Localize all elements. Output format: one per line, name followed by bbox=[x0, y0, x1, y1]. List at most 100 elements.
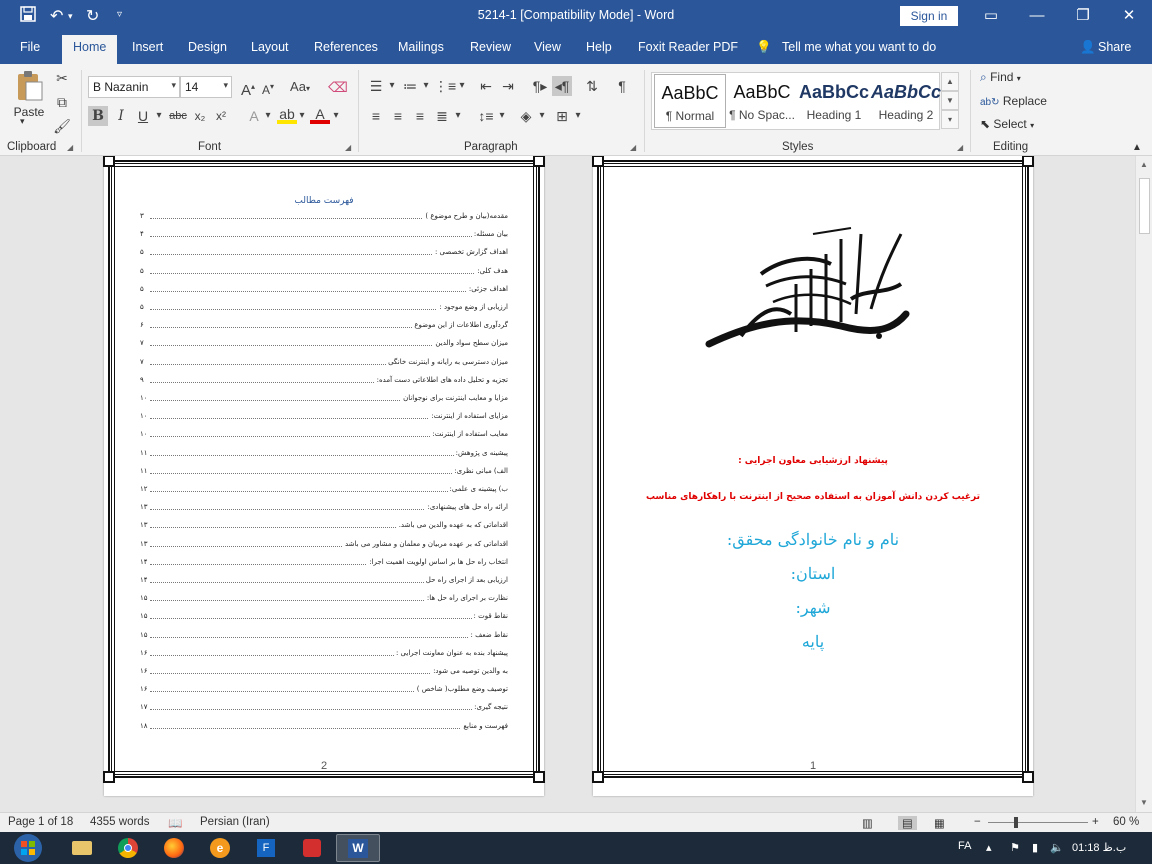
toc-entry[interactable]: ۱۸ فهرست و منابع bbox=[140, 721, 508, 734]
minimize-button[interactable]: — bbox=[1014, 0, 1060, 32]
tab-view[interactable]: View bbox=[534, 40, 561, 54]
edge-icon[interactable]: e bbox=[198, 834, 242, 862]
tab-layout[interactable]: Layout bbox=[251, 40, 289, 54]
font-color-dropdown-icon[interactable]: ▾ bbox=[326, 106, 346, 126]
toc-entry[interactable]: ۱۵ نظارت بر اجرای راه حل ها: bbox=[140, 594, 508, 606]
toc-entry[interactable]: ۱۶ به والدین توصیه می شود: bbox=[140, 667, 508, 679]
justify-dropdown-icon[interactable]: ▾ bbox=[448, 106, 468, 126]
input-language[interactable]: FA bbox=[958, 840, 971, 852]
styles-scroll-up-icon[interactable]: ▲ bbox=[941, 72, 959, 91]
file-explorer-icon[interactable] bbox=[60, 834, 104, 862]
media-app-icon[interactable] bbox=[290, 834, 334, 862]
tray-expand-icon[interactable]: ▴ bbox=[986, 841, 992, 854]
word-taskbar-icon[interactable]: W bbox=[336, 834, 380, 862]
toc-entry[interactable]: ۱۰ معایب استفاده از اینترنت: bbox=[140, 430, 508, 442]
tab-design[interactable]: Design bbox=[188, 40, 227, 54]
clock[interactable]: 01:18 ب.ظ bbox=[1072, 841, 1126, 854]
style-normal[interactable]: AaBbC ¶ Normal bbox=[654, 74, 726, 128]
borders-dropdown-icon[interactable]: ▾ bbox=[568, 106, 588, 126]
scrollbar-thumb[interactable] bbox=[1139, 178, 1150, 234]
tab-insert[interactable]: Insert bbox=[132, 40, 163, 54]
select-button[interactable]: ⬉ Select ▾ bbox=[980, 117, 1034, 131]
toc-entry[interactable]: ۵ اهداف جزئی: bbox=[140, 284, 508, 297]
copy-icon[interactable]: ⧉ bbox=[52, 92, 72, 112]
strikethrough-button[interactable]: abc bbox=[168, 106, 188, 126]
toc-entry[interactable]: ۱۳ اقداماتی که بر عهده مربیان و معلمان و … bbox=[140, 539, 508, 552]
toc-entry[interactable]: ۱۰ مزایای استفاده از اینترنت: bbox=[140, 412, 508, 424]
sort-icon[interactable]: ⇅ bbox=[582, 76, 602, 96]
toc-entry[interactable]: ۵ اهداف گزارش تخصصی : bbox=[140, 248, 508, 260]
toc-entry[interactable]: ۱۴ ارزیابی بعد از اجرای راه حل bbox=[140, 576, 508, 588]
multilevel-list-icon[interactable]: ⋮≡ bbox=[434, 76, 456, 96]
zoom-slider-thumb[interactable] bbox=[1014, 817, 1018, 828]
firefox-icon[interactable] bbox=[152, 834, 196, 862]
tab-review[interactable]: Review bbox=[470, 40, 511, 54]
clipboard-launcher-icon[interactable]: ◢ bbox=[67, 143, 73, 152]
replace-button[interactable]: ab↻ Replace bbox=[980, 94, 1047, 108]
save-icon[interactable] bbox=[20, 6, 36, 27]
rtl-direction-icon[interactable]: ◂¶ bbox=[552, 76, 572, 96]
toc-entry[interactable]: ۷ میزان سطح سواد والدین bbox=[140, 339, 508, 351]
multilevel-dropdown-icon[interactable]: ▾ bbox=[452, 76, 472, 96]
toc-entry[interactable]: ۱۳ ارائه راه حل های پیشنهادی: bbox=[140, 503, 508, 515]
toc-entry[interactable]: ۱۱ الف) مبانی نظری: bbox=[140, 466, 508, 479]
start-button[interactable] bbox=[4, 833, 52, 863]
highlight-dropdown-icon[interactable]: ▾ bbox=[292, 106, 312, 126]
toc-entry[interactable]: ۷ میزان دسترسی به رایانه و اینترنت خانگی bbox=[140, 357, 508, 370]
toc-entry[interactable]: ۱۵ نقاط ضعف : bbox=[140, 630, 508, 643]
ltr-direction-icon[interactable]: ¶▸ bbox=[530, 76, 550, 96]
tab-file[interactable]: File bbox=[20, 40, 40, 54]
language-indicator[interactable]: Persian (Iran) bbox=[200, 816, 270, 828]
zoom-level[interactable]: 60 % bbox=[1113, 816, 1139, 828]
toc-entry[interactable]: ۱۷ نتیجه گیری: bbox=[140, 703, 508, 715]
tab-home[interactable]: Home bbox=[62, 35, 118, 64]
align-right-icon[interactable]: ≡ bbox=[410, 106, 430, 126]
toc-entry[interactable]: ۱۵ نقاط قوت : bbox=[140, 612, 508, 624]
italic-button[interactable]: I bbox=[111, 106, 131, 126]
shading-dropdown-icon[interactable]: ▾ bbox=[532, 106, 552, 126]
undo-dropdown-icon[interactable]: ▾ bbox=[68, 11, 73, 22]
text-effects-dropdown-icon[interactable]: ▾ bbox=[258, 106, 278, 126]
underline-dropdown-icon[interactable]: ▾ bbox=[149, 106, 169, 126]
toc-entry[interactable]: ۱۴ انتخاب راه حل ها بر اساس اولویت اهمیت … bbox=[140, 557, 508, 570]
font-name-select[interactable]: B Nazanin ▾ bbox=[88, 76, 180, 98]
toc-entry[interactable]: ۱۲ ب) پیشینه ی علمی: bbox=[140, 485, 508, 497]
tab-references[interactable]: References bbox=[314, 40, 378, 54]
page-1[interactable]: پیشنهاد ارزشیابی معاون اجرایی : ترغیب کر… bbox=[592, 156, 1034, 796]
maximize-button[interactable]: ❐ bbox=[1060, 0, 1106, 32]
toc-entry[interactable]: ۹ تجزیه و تحلیل داده های اطلاعاتی دست آمد… bbox=[140, 375, 508, 388]
decrease-indent-icon[interactable]: ⇤ bbox=[476, 76, 496, 96]
font-size-select[interactable]: 14 ▾ bbox=[180, 76, 232, 98]
style-heading-2[interactable]: AaBbCc Heading 2 bbox=[870, 74, 942, 128]
vertical-scrollbar[interactable]: ▲ ▼ bbox=[1135, 156, 1152, 812]
paste-button[interactable]: Paste bbox=[10, 70, 48, 119]
toc-entry[interactable]: ۳ مقدمه(بیان و طرح موضوع ) bbox=[140, 212, 508, 224]
tab-help[interactable]: Help bbox=[586, 40, 612, 54]
numbering-dropdown-icon[interactable]: ▾ bbox=[416, 76, 436, 96]
cut-icon[interactable]: ✂ bbox=[52, 68, 72, 88]
customize-quick-access-icon[interactable]: ▿ bbox=[117, 9, 122, 20]
close-button[interactable]: ✕ bbox=[1106, 0, 1152, 32]
word-count[interactable]: 4355 words bbox=[90, 816, 149, 828]
collapse-ribbon-icon[interactable]: ▲ bbox=[1132, 142, 1142, 153]
styles-launcher-icon[interactable]: ◢ bbox=[957, 143, 963, 152]
styles-scroll-down-icon[interactable]: ▼ bbox=[941, 91, 959, 110]
foxit-reader-icon[interactable]: F bbox=[244, 834, 288, 862]
bullets-dropdown-icon[interactable]: ▾ bbox=[382, 76, 402, 96]
share-button[interactable]: Share bbox=[1098, 40, 1131, 54]
find-button[interactable]: ⌕ Find ▾ bbox=[980, 70, 1021, 85]
toc-entry[interactable]: ۵ ارزیابی از وضع موجود : bbox=[140, 303, 508, 315]
font-launcher-icon[interactable]: ◢ bbox=[345, 143, 351, 152]
toc-entry[interactable]: ۵ هدف کلی: bbox=[140, 266, 508, 279]
toc-entry[interactable]: ۱۳ اقداماتی که به عهده والدین می باشد. bbox=[140, 521, 508, 533]
page-2[interactable]: فهرست مطالب ۳ مقدمه(بیان و طرح موضوع ) ۴ بی… bbox=[103, 156, 545, 796]
web-layout-icon[interactable]: ▦ bbox=[934, 816, 945, 830]
toc-entry[interactable]: ۱۶ پیشنهاد بنده به عنوان معاونت اجرایی : bbox=[140, 648, 508, 661]
toc-entry[interactable]: ۴ بیان مسئله: bbox=[140, 230, 508, 242]
toc-entry[interactable]: ۱۱ پیشینه ی پژوهش: bbox=[140, 448, 508, 461]
proofing-icon[interactable]: 📖 bbox=[168, 816, 182, 830]
shrink-font-icon[interactable]: A▾ bbox=[258, 77, 278, 97]
network-icon[interactable]: ▮ bbox=[1032, 841, 1038, 854]
sign-in-button[interactable]: Sign in bbox=[900, 6, 958, 26]
show-formatting-marks-icon[interactable]: ¶ bbox=[612, 76, 632, 96]
